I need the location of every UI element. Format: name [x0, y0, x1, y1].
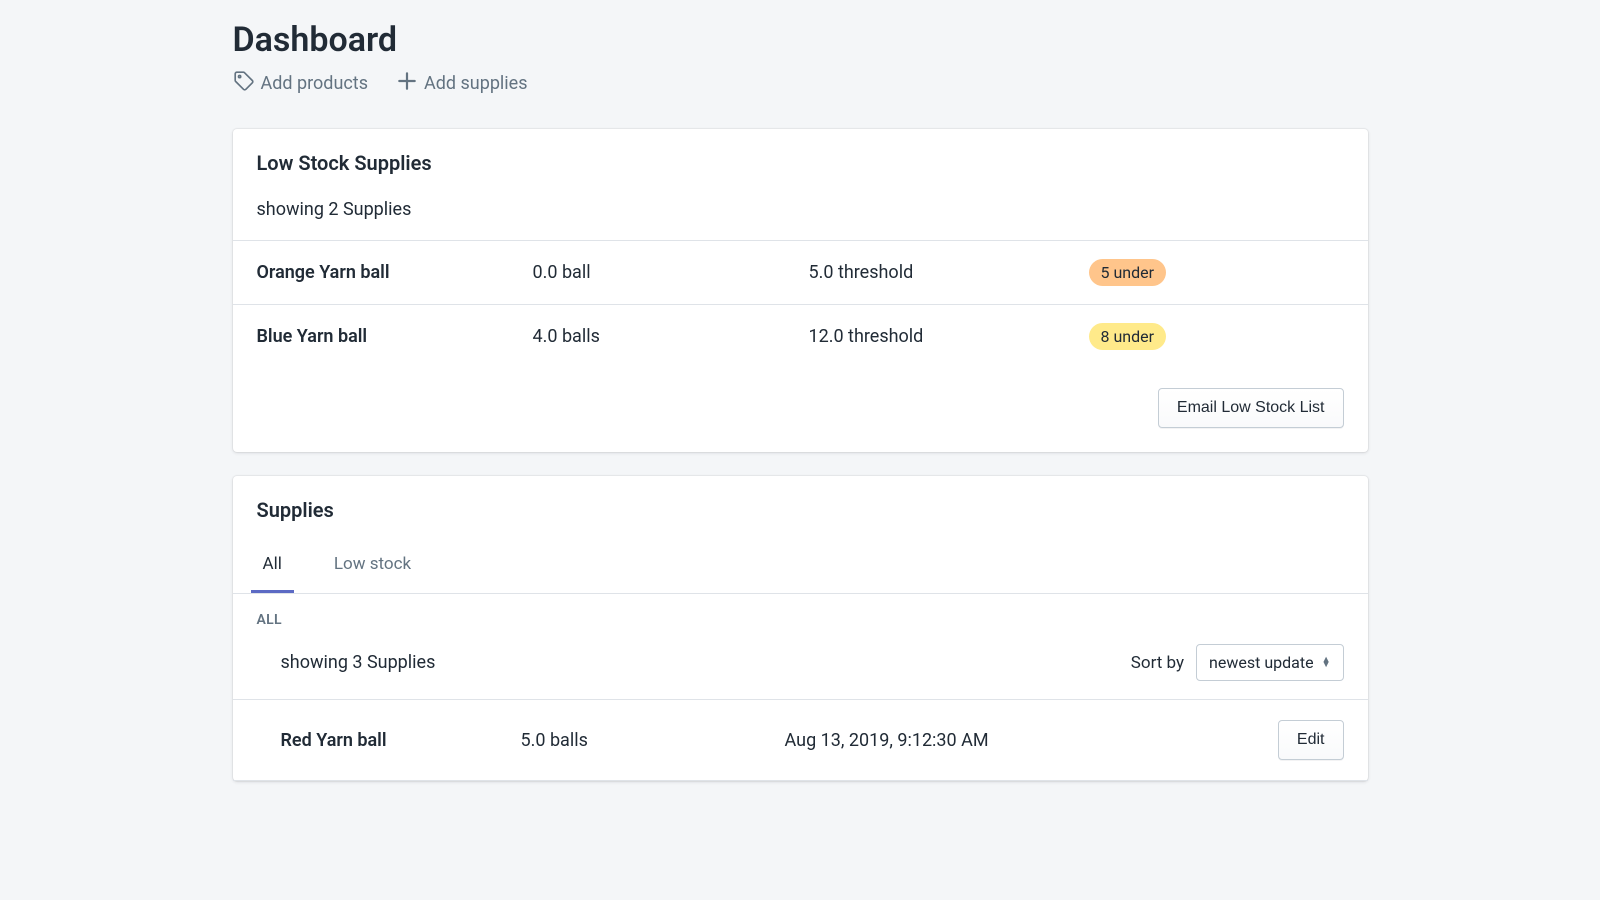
add-products-button[interactable]: Add products: [233, 70, 368, 97]
email-low-stock-button[interactable]: Email Low Stock List: [1158, 388, 1344, 428]
header-actions: Add products Add supplies: [233, 70, 1368, 97]
add-supplies-button[interactable]: Add supplies: [396, 70, 528, 97]
supply-name: Blue Yarn ball: [257, 326, 533, 347]
supply-date: Aug 13, 2019, 9:12:30 AM: [785, 730, 1278, 751]
sort-value: newest update: [1209, 653, 1314, 672]
section-label: ALL: [233, 594, 1368, 628]
low-stock-row: Orange Yarn ball 0.0 ball 5.0 threshold …: [233, 240, 1368, 304]
supply-name: Orange Yarn ball: [257, 262, 533, 283]
low-stock-card: Low Stock Supplies showing 2 Supplies Or…: [233, 129, 1368, 452]
status-badge: 5 under: [1089, 259, 1167, 286]
tab-low-stock[interactable]: Low stock: [322, 538, 423, 593]
supplies-tabs: All Low stock: [233, 538, 1368, 594]
sort-select[interactable]: newest update ▲▼: [1196, 644, 1343, 681]
supply-name: Red Yarn ball: [257, 730, 521, 751]
tab-all[interactable]: All: [251, 538, 294, 593]
table-row: Red Yarn ball 5.0 balls Aug 13, 2019, 9:…: [233, 700, 1368, 781]
supply-qty: 0.0 ball: [533, 262, 809, 283]
edit-button[interactable]: Edit: [1278, 720, 1344, 760]
supply-qty: 4.0 balls: [533, 326, 809, 347]
sort-by-label: Sort by: [1131, 653, 1184, 673]
tag-icon: [233, 70, 255, 97]
add-products-label: Add products: [261, 73, 368, 94]
supplies-showing: showing 3 Supplies: [257, 652, 436, 673]
select-caret-icon: ▲▼: [1322, 658, 1331, 668]
add-supplies-label: Add supplies: [424, 73, 528, 94]
low-stock-title: Low Stock Supplies: [257, 151, 1344, 175]
plus-icon: [396, 70, 418, 97]
page-title: Dashboard: [233, 20, 1368, 60]
status-badge: 8 under: [1089, 323, 1167, 350]
low-stock-row: Blue Yarn ball 4.0 balls 12.0 threshold …: [233, 304, 1368, 368]
low-stock-showing: showing 2 Supplies: [233, 175, 1368, 240]
supply-qty: 5.0 balls: [521, 730, 785, 751]
supplies-title: Supplies: [257, 498, 1344, 522]
supply-threshold: 12.0 threshold: [809, 326, 1089, 347]
supplies-card: Supplies All Low stock ALL showing 3 Sup…: [233, 476, 1368, 781]
supply-threshold: 5.0 threshold: [809, 262, 1089, 283]
